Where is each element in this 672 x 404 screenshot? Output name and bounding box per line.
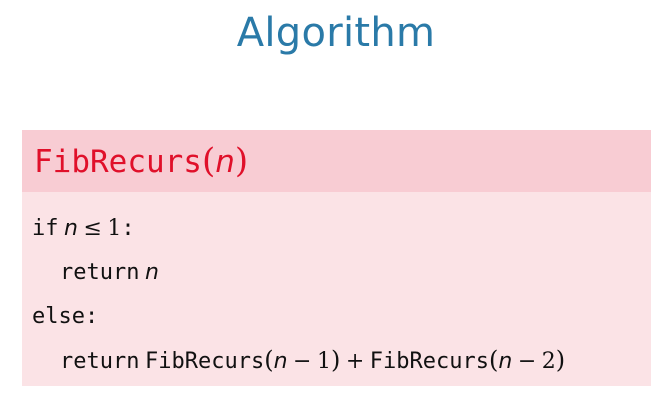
code-line-return-recursive: return FibRecurs(n − 1) + FibRecurs(n − … xyxy=(22,338,651,382)
function-param: n xyxy=(215,144,235,180)
variable-n: n xyxy=(64,216,78,241)
number-one: 1 xyxy=(316,349,331,374)
close-paren: ) xyxy=(234,141,249,181)
operator-plus: + xyxy=(345,349,365,374)
call-fibrecurs-1: FibRecurs xyxy=(144,349,265,374)
open-paren: ( xyxy=(264,346,274,374)
number-one: 1 xyxy=(107,216,122,241)
keyword-return: return xyxy=(60,260,140,285)
colon: : xyxy=(121,216,135,241)
slide-title: Algorithm xyxy=(236,10,436,56)
keyword-if: if xyxy=(32,216,59,241)
code-line-return-n: return n xyxy=(22,250,651,294)
code-body: if n ≤ 1: return n else: return FibRecur… xyxy=(22,192,651,386)
open-paren: ( xyxy=(201,141,216,181)
keyword-else: else: xyxy=(32,304,99,329)
operator-minus: − xyxy=(517,349,537,374)
code-line-if: if n ≤ 1: xyxy=(22,206,651,250)
call-fibrecurs-2: FibRecurs xyxy=(369,349,489,374)
operator-minus: − xyxy=(293,349,312,374)
algorithm-block: FibRecurs(n) if n ≤ 1: return n else: re… xyxy=(22,130,651,386)
function-name: FibRecurs xyxy=(34,144,202,180)
variable-n: n xyxy=(498,349,513,374)
open-paren: ( xyxy=(489,346,499,374)
variable-n: n xyxy=(144,260,159,285)
block-header: FibRecurs(n) xyxy=(22,130,651,192)
close-paren: ) xyxy=(330,346,341,374)
close-paren: ) xyxy=(555,346,566,374)
block-title: FibRecurs(n) xyxy=(34,141,248,181)
variable-n: n xyxy=(273,349,288,374)
number-two: 2 xyxy=(541,349,556,374)
code-line-else: else: xyxy=(22,294,651,338)
keyword-return: return xyxy=(60,349,140,374)
operator-leq: ≤ xyxy=(83,216,102,241)
